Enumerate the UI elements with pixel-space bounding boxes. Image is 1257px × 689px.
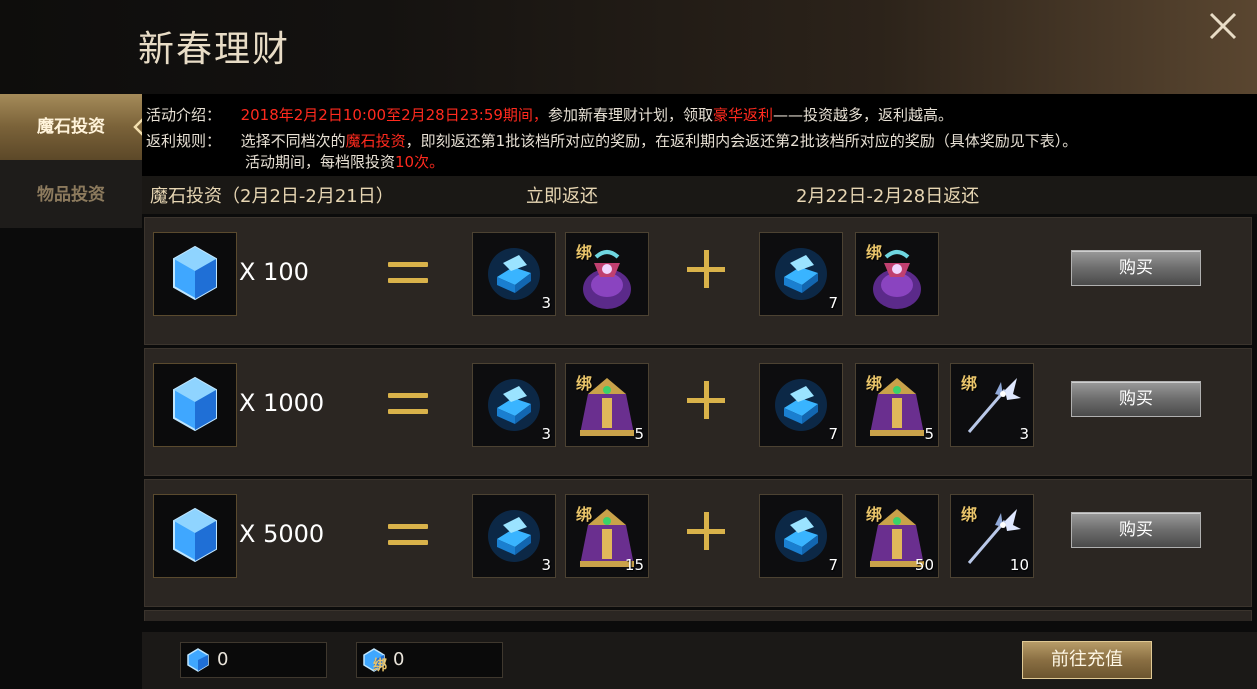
intro-text-end: ——投资越多，返利越高。 xyxy=(772,106,953,124)
item-count: 3 xyxy=(541,425,551,443)
sidebar-item-label: 物品投资 xyxy=(37,185,105,205)
close-icon[interactable] xyxy=(1205,8,1241,44)
item-count: 7 xyxy=(828,425,838,443)
bound-tag: 绑 xyxy=(576,374,593,393)
intro-label: 活动介绍： xyxy=(146,106,222,124)
reward-slot[interactable]: 绑 50 xyxy=(855,494,939,578)
reward-slot[interactable]: 3 xyxy=(472,363,556,447)
item-count: 7 xyxy=(828,294,838,312)
buy-button[interactable]: 购买 xyxy=(1071,512,1201,548)
bound-tag: 绑 xyxy=(866,243,883,262)
reward-slot[interactable]: 7 xyxy=(759,494,843,578)
item-count: 3 xyxy=(541,294,551,312)
reward-slot[interactable]: 绑 xyxy=(855,232,939,316)
footer-bar: 0 绑 0 前往充值 xyxy=(142,632,1257,689)
buy-button[interactable]: 购买 xyxy=(1071,381,1201,417)
recharge-button[interactable]: 前往充值 xyxy=(1022,641,1152,679)
activity-info: 活动介绍： 2018年2月2日10:00至2月28日23:59期间，参加新春理财… xyxy=(142,94,1257,176)
bound-tag: 绑 xyxy=(373,658,387,674)
gem-slot xyxy=(153,494,237,578)
gem-balance: 0 xyxy=(180,642,327,678)
blue-gem-icon xyxy=(187,648,209,672)
blue-gem-icon xyxy=(173,376,217,432)
equals-icon xyxy=(388,387,428,419)
reward-slot[interactable]: 绑 5 xyxy=(565,363,649,447)
reward-slot[interactable]: 绑 xyxy=(565,232,649,316)
reward-slot[interactable]: 绑 3 xyxy=(950,363,1034,447)
sidebar-item-gem-invest[interactable]: 魔石投资 xyxy=(0,94,145,160)
reward-slot[interactable]: 7 xyxy=(759,363,843,447)
item-count: 5 xyxy=(924,425,934,443)
bound-gem-balance-value: 0 xyxy=(393,649,405,670)
bound-tag: 绑 xyxy=(576,505,593,524)
reward-slot[interactable]: 3 xyxy=(472,494,556,578)
invest-amount: X 100 xyxy=(239,258,309,286)
sidebar: 魔石投资 物品投资 xyxy=(0,94,145,228)
bound-tag: 绑 xyxy=(961,505,978,524)
sidebar-item-label: 魔石投资 xyxy=(37,117,105,137)
intro-line: 活动介绍： 2018年2月2日10:00至2月28日23:59期间，参加新春理财… xyxy=(146,104,953,125)
equals-icon xyxy=(388,518,428,550)
rule-limit-text: 活动期间，每档限投资 xyxy=(245,153,396,171)
rule-line: 返利规则： 选择不同档次的魔石投资，即刻返还第1批该档所对应的奖励，在返利期内会… xyxy=(146,130,1077,151)
item-count: 3 xyxy=(1019,425,1029,443)
column-later: 2月22日-2月28日返还 xyxy=(796,186,980,207)
column-immediate: 立即返还 xyxy=(526,186,598,207)
rule-line-2: 活动期间，每档限投资10次。 xyxy=(245,151,444,172)
item-count: 3 xyxy=(541,556,551,574)
bound-tag: 绑 xyxy=(866,374,883,393)
gem-slot xyxy=(153,232,237,316)
item-count: 7 xyxy=(828,556,838,574)
item-count: 10 xyxy=(1009,556,1029,574)
blue-gem-icon xyxy=(173,245,217,301)
rule-limit-highlight: 10次。 xyxy=(395,153,445,171)
invest-row: X 5000 3 绑 15 7 绑 50 绑 10 购买 xyxy=(144,479,1252,607)
intro-highlight: 豪华返利 xyxy=(712,106,773,124)
rule-text-end: ，即刻返还第1批该档所对应的奖励，在返利期内会返还第2批该档所对应的奖励（具体奖… xyxy=(405,132,1078,150)
plus-icon xyxy=(687,250,727,290)
column-invest: 魔石投资（2月2日-2月21日） xyxy=(150,186,394,207)
buy-button[interactable]: 购买 xyxy=(1071,250,1201,286)
window-title: 新春理财 xyxy=(138,29,291,70)
invest-row: X 100 3 绑 7 绑 购买 xyxy=(144,217,1252,345)
intro-text: 参加新春理财计划，领取 xyxy=(547,106,713,124)
rule-label: 返利规则： xyxy=(146,132,222,150)
item-count: 15 xyxy=(624,556,644,574)
bound-tag: 绑 xyxy=(866,505,883,524)
plus-icon xyxy=(687,512,727,552)
gem-slot xyxy=(153,363,237,447)
sidebar-item-item-invest[interactable]: 物品投资 xyxy=(0,162,142,228)
reward-slot[interactable]: 3 xyxy=(472,232,556,316)
reward-slot[interactable]: 绑 5 xyxy=(855,363,939,447)
item-count: 5 xyxy=(634,425,644,443)
invest-amount: X 5000 xyxy=(239,520,325,548)
reward-slot[interactable]: 绑 10 xyxy=(950,494,1034,578)
reward-slot[interactable]: 绑 15 xyxy=(565,494,649,578)
invest-row-partial xyxy=(144,610,1252,621)
intro-period: 2018年2月2日10:00至2月28日23:59期间， xyxy=(240,106,548,124)
plus-icon xyxy=(687,381,727,421)
bound-tag: 绑 xyxy=(961,374,978,393)
bound-tag: 绑 xyxy=(576,243,593,262)
blue-gem-icon xyxy=(173,507,217,563)
invest-amount: X 1000 xyxy=(239,389,325,417)
rule-text: 选择不同档次的 xyxy=(240,132,346,150)
title-bar: 新春理财 xyxy=(0,0,1257,94)
gem-balance-value: 0 xyxy=(217,649,229,670)
equals-icon xyxy=(388,256,428,288)
column-headers: 魔石投资（2月2日-2月21日） 立即返还 2月22日-2月28日返还 xyxy=(142,176,1257,214)
reward-slot[interactable]: 7 xyxy=(759,232,843,316)
bound-gem-balance: 绑 0 xyxy=(356,642,503,678)
invest-row: X 1000 3 绑 5 7 绑 5 绑 3 购买 xyxy=(144,348,1252,476)
item-count: 50 xyxy=(914,556,934,574)
rule-highlight: 魔石投资 xyxy=(345,132,406,150)
